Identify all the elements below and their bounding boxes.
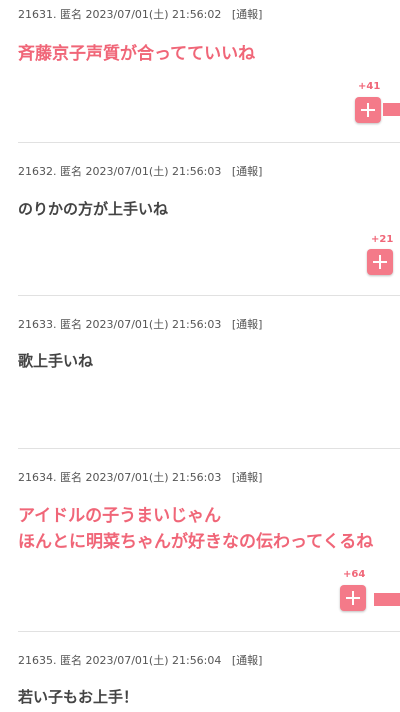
comment-time: 21:56:02 — [171, 8, 222, 21]
comment-date: 2023/07/01(土) — [85, 471, 169, 484]
comment-date: 2023/07/01(土) — [85, 654, 169, 667]
vote-bar — [383, 103, 400, 116]
comment-text-line: 斉藤京子声質が合ってていいね — [18, 44, 256, 64]
plus-count: +64 — [343, 569, 366, 580]
plus-count: +21 — [371, 234, 394, 245]
comment-author: 匿名 — [60, 8, 82, 21]
comment-feed: 21631. 匿名 2023/07/01(土) 21:56:02 [通報] 斉藤… — [0, 0, 400, 712]
comment-meta: 21635. 匿名 2023/07/01(土) 21:56:04 [通報] — [18, 654, 262, 668]
report-link[interactable]: [通報] — [232, 471, 263, 484]
comment-date: 2023/07/01(土) — [85, 165, 169, 178]
comment-text-line: ほんとに明菜ちゃんが好きなの伝わってくるね — [18, 532, 374, 552]
comment-time: 21:56:03 — [171, 318, 222, 331]
comment-text-line: 歌上手いね — [18, 352, 94, 370]
comment-meta: 21631. 匿名 2023/07/01(土) 21:56:02 [通報] — [18, 8, 262, 22]
plus-button[interactable] — [340, 585, 366, 611]
comment-item: 21634. 匿名 2023/07/01(土) 21:56:03 [通報] アイ… — [18, 448, 400, 632]
comment-text-line: 若い子もお上手！ — [18, 688, 139, 706]
comment-body: のりかの方が上手いね — [18, 198, 168, 221]
report-link[interactable]: [通報] — [232, 318, 263, 331]
comment-author: 匿名 — [60, 165, 82, 178]
comment-body: アイドルの子うまいじゃん ほんとに明菜ちゃんが好きなの伝わってくるね — [18, 503, 373, 555]
plus-button[interactable] — [367, 249, 393, 275]
comment-item: 21631. 匿名 2023/07/01(土) 21:56:02 [通報] 斉藤… — [18, 0, 400, 143]
plus-icon — [340, 585, 366, 611]
comment-body: 若い子もお上手！ — [18, 686, 138, 709]
plus-icon — [367, 249, 393, 275]
comment-time: 21:56:03 — [171, 165, 222, 178]
comment-item: 21632. 匿名 2023/07/01(土) 21:56:03 [通報] のり… — [18, 142, 400, 296]
comment-date: 2023/07/01(土) — [85, 318, 169, 331]
comment-number: 21631. — [18, 8, 57, 21]
comment-time: 21:56:03 — [171, 471, 222, 484]
comment-item: 21633. 匿名 2023/07/01(土) 21:56:03 [通報] 歌上… — [18, 295, 400, 449]
comment-author: 匿名 — [60, 654, 82, 667]
comment-text-line: のりかの方が上手いね — [18, 200, 169, 218]
plus-icon — [355, 97, 381, 123]
comment-number: 21634. — [18, 471, 57, 484]
comment-number: 21632. — [18, 165, 57, 178]
comment-meta: 21634. 匿名 2023/07/01(土) 21:56:03 [通報] — [18, 471, 262, 485]
report-link[interactable]: [通報] — [232, 165, 263, 178]
plus-button[interactable] — [355, 97, 381, 123]
comment-text-line: アイドルの子うまいじゃん — [18, 506, 222, 526]
comment-meta: 21632. 匿名 2023/07/01(土) 21:56:03 [通報] — [18, 165, 262, 179]
report-link[interactable]: [通報] — [232, 654, 263, 667]
plus-count: +41 — [358, 81, 381, 92]
comment-meta: 21633. 匿名 2023/07/01(土) 21:56:03 [通報] — [18, 318, 262, 332]
comment-author: 匿名 — [60, 318, 82, 331]
comment-body: 斉藤京子声質が合ってていいね — [18, 41, 255, 67]
report-link[interactable]: [通報] — [232, 8, 263, 21]
vote-bar — [374, 593, 400, 606]
comment-author: 匿名 — [60, 471, 82, 484]
comment-time: 21:56:04 — [171, 654, 222, 667]
comment-number: 21633. — [18, 318, 57, 331]
comment-date: 2023/07/01(土) — [85, 8, 169, 21]
comment-number: 21635. — [18, 654, 57, 667]
comment-item: 21635. 匿名 2023/07/01(土) 21:56:04 [通報] 若い… — [18, 631, 400, 712]
comment-body: 歌上手いね — [18, 350, 93, 373]
